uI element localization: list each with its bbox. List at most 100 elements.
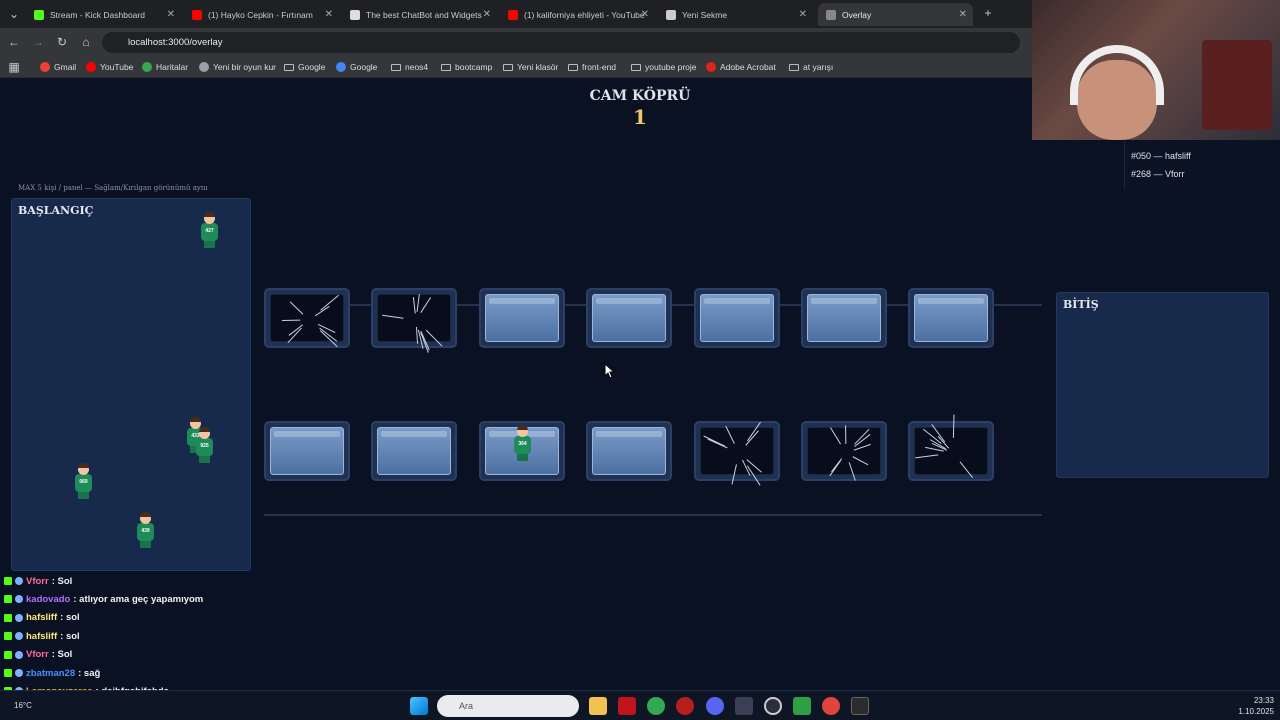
bookmark-item[interactable]: Google — [336, 60, 377, 74]
glass-surface — [377, 427, 451, 475]
tab-title: (1) Hayko Cepkin - Fırtınam — [208, 9, 313, 20]
vscode-icon[interactable] — [793, 697, 811, 715]
app-icon[interactable] — [735, 697, 753, 715]
globe-icon — [826, 9, 836, 20]
close-icon[interactable]: ✕ — [959, 9, 967, 20]
close-icon[interactable]: ✕ — [167, 9, 175, 20]
bookmark-item[interactable]: front-end — [568, 60, 616, 74]
folder-icon — [441, 63, 451, 71]
discord-icon[interactable] — [706, 697, 724, 715]
tab-active[interactable]: Overlay ✕ — [818, 3, 973, 26]
bookmark-item[interactable]: YouTube — [86, 60, 133, 74]
glass-panel — [586, 421, 672, 481]
chat-message: zbatman28: sağ — [4, 665, 100, 681]
close-icon[interactable]: ✕ — [799, 9, 807, 20]
obs-icon[interactable] — [764, 697, 782, 715]
forward-icon[interactable]: → — [30, 34, 46, 50]
home-icon[interactable]: ⌂ — [78, 34, 94, 50]
shatter-cracks — [382, 294, 443, 353]
background-shelf — [1202, 40, 1272, 130]
kick-icon — [4, 632, 12, 641]
chrome-icon — [666, 9, 676, 20]
tab[interactable]: (1) kaliforniya ehliyeti - YouTube ✕ — [500, 3, 655, 26]
weather-widget[interactable]: 16°C — [14, 697, 64, 715]
bookmark-label: bootcamp — [455, 62, 493, 72]
taskbar-search[interactable]: Ara — [437, 695, 579, 717]
folder-icon — [631, 63, 641, 71]
kick-icon — [4, 650, 12, 659]
glass-panel-broken — [801, 421, 887, 481]
tab[interactable]: Stream - Kick Dashboard ✕ — [26, 3, 181, 26]
kick-icon — [4, 577, 12, 585]
headphones — [1070, 45, 1164, 105]
bookmark-label: Yeni klasör — [517, 62, 559, 72]
back-icon[interactable]: ← — [6, 34, 22, 50]
bookmark-item[interactable]: Gmail — [40, 60, 76, 74]
bookmark-item[interactable]: Haritalar — [142, 60, 188, 74]
reload-icon[interactable]: ↻ — [54, 34, 70, 50]
globe-icon — [199, 62, 209, 72]
start-label: BAŞLANGIÇ — [18, 204, 94, 217]
google-icon — [336, 62, 346, 72]
chat-username: Vforr — [26, 649, 49, 661]
folder-icon — [391, 63, 401, 71]
start-zone: BAŞLANGIÇ — [11, 198, 251, 571]
chat-text: : atlıyor ama geç yapamıyom — [73, 593, 204, 605]
streamelements-icon — [350, 9, 360, 20]
glass-panel-broken — [694, 421, 780, 486]
app-icon[interactable] — [618, 697, 636, 715]
bookmark-item[interactable]: Yeni klasör — [503, 60, 558, 74]
close-icon[interactable]: ✕ — [325, 9, 333, 20]
clock[interactable]: 23:33 1.10.2025 — [1222, 695, 1274, 717]
bookmark-label: Google — [298, 62, 326, 72]
badge-icon — [15, 613, 23, 622]
bookmark-item[interactable]: Yeni bir oyun kur — [199, 60, 276, 74]
finish-label: BİTİŞ — [1063, 298, 1099, 311]
glass-panel — [264, 421, 350, 481]
tab[interactable]: Yeni Sekme ✕ — [658, 3, 813, 26]
bookmark-item[interactable]: neos4 — [391, 60, 428, 74]
file-explorer-icon[interactable] — [589, 697, 607, 715]
url-field[interactable]: localhost:3000/overlay — [102, 32, 1020, 53]
player-figure: 427 — [200, 212, 218, 249]
chat-message: kadovado: atlıyor ama geç yapamıyom — [4, 591, 203, 607]
shatter-cracks — [915, 414, 973, 478]
app-icon[interactable] — [676, 697, 694, 715]
tab[interactable]: The best ChatBot and Widgets ✕ — [342, 3, 497, 26]
windows-start-icon[interactable] — [410, 697, 428, 715]
maps-icon[interactable] — [822, 697, 840, 715]
player-figure: 364 — [513, 425, 531, 462]
close-icon[interactable]: ✕ — [483, 9, 491, 20]
bookmark-item[interactable]: youtube proje — [631, 60, 697, 74]
close-icon[interactable]: ✕ — [641, 9, 649, 20]
badge-icon — [15, 577, 23, 585]
apps-icon[interactable]: ▦ — [6, 59, 22, 75]
mouse-cursor — [604, 363, 616, 379]
chrome-icon[interactable] — [647, 697, 665, 715]
bookmark-item[interactable]: Adobe Acrobat — [706, 60, 776, 74]
bookmark-label: youtube proje — [645, 62, 697, 72]
chat-text: : sağ — [78, 667, 101, 679]
new-tab-button[interactable]: + — [980, 5, 996, 21]
bookmark-label: front-end — [582, 62, 617, 72]
bookmark-label: Yeni bir oyun kur — [213, 62, 277, 72]
folder-icon — [284, 63, 294, 71]
bookmark-item[interactable]: bootcamp — [441, 60, 492, 74]
tab[interactable]: (1) Hayko Cepkin - Fırtınam ✕ — [184, 3, 339, 26]
bookmark-item[interactable]: Google — [284, 60, 325, 74]
glass-panel-broken — [908, 414, 994, 481]
bookmark-item[interactable]: at yarışı — [789, 60, 833, 74]
glass-panel — [908, 288, 994, 348]
glass-panel — [694, 288, 780, 348]
chat-username: kadovado — [26, 593, 71, 605]
gmail-icon — [40, 62, 50, 72]
player-number: 364 — [518, 441, 527, 447]
chat-message: hafsliff: sol — [4, 628, 80, 644]
terminal-icon[interactable] — [851, 697, 869, 715]
youtube-icon — [86, 62, 96, 72]
glass-surface — [807, 294, 881, 342]
player-number: 925 — [200, 443, 209, 449]
tab-list-button[interactable]: ⌄ — [6, 6, 22, 22]
kick-icon — [4, 595, 12, 604]
folder-icon — [789, 63, 799, 71]
